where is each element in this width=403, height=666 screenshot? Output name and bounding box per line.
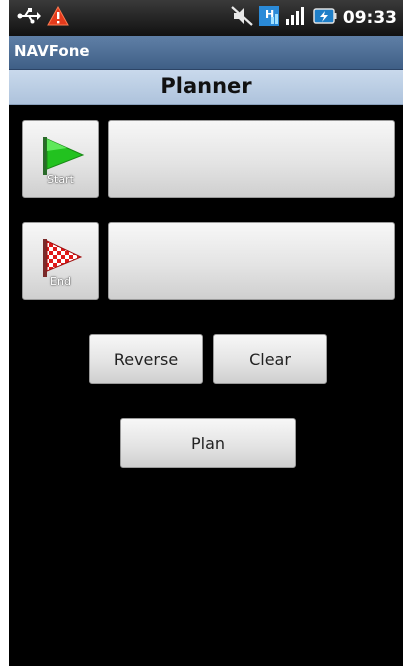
page-title: Planner xyxy=(160,74,252,98)
start-caption: Start xyxy=(47,173,74,186)
plan-button[interactable]: Plan xyxy=(120,418,296,468)
app-title: NAVFone xyxy=(14,42,90,60)
end-location-field[interactable] xyxy=(108,222,395,300)
plan-label: Plan xyxy=(190,434,226,453)
start-location-field[interactable] xyxy=(108,120,395,198)
end-caption: End xyxy=(50,275,71,288)
warning-icon xyxy=(47,5,69,30)
clear-button[interactable]: Clear xyxy=(213,334,327,384)
signal-icon xyxy=(285,6,307,30)
status-bar: H 09:33 xyxy=(9,0,403,36)
app-title-bar: NAVFone xyxy=(9,36,403,70)
clock: 09:33 xyxy=(342,8,397,28)
start-button[interactable]: Start xyxy=(22,120,99,198)
reverse-label: Reverse xyxy=(113,350,179,369)
hsdpa-icon: H xyxy=(258,6,279,30)
usb-icon xyxy=(17,7,41,29)
clear-label: Clear xyxy=(249,350,291,369)
reverse-button[interactable]: Reverse xyxy=(89,334,203,384)
battery-icon xyxy=(313,7,337,29)
end-button[interactable]: End xyxy=(22,222,99,300)
mute-icon xyxy=(231,6,253,30)
planner-header: Planner xyxy=(9,70,403,105)
phone-screen: H 09:33 NAVFone Planner Start End Revers… xyxy=(9,0,403,666)
